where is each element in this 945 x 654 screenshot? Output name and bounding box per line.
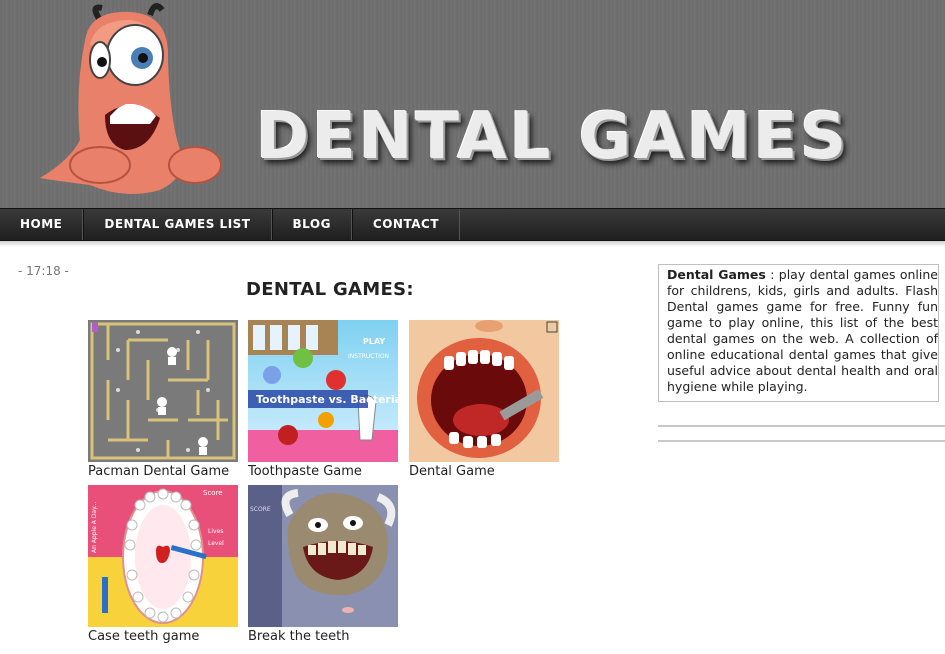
game-break-teeth[interactable]: SCORE Break the teeth	[248, 485, 400, 644]
nav-blog[interactable]: BLOG	[271, 209, 352, 240]
game-label[interactable]: Dental Game	[409, 464, 561, 479]
sidebar-divider	[658, 440, 945, 442]
nav-home[interactable]: HOME	[0, 209, 84, 240]
game-toothpaste[interactable]: Toothpaste vs. Bacteria PLAY INSTRUCTION…	[248, 320, 400, 479]
header-banner: DENTAL GAMES	[0, 0, 945, 208]
case-thumb-score: Score	[203, 489, 223, 497]
game-label[interactable]: Break the teeth	[248, 629, 400, 644]
pacman-dental-thumbnail[interactable]	[88, 320, 238, 462]
main-nav: HOME DENTAL GAMES LIST BLOG CONTACT	[0, 208, 945, 241]
game-label[interactable]: Toothpaste Game	[248, 464, 400, 479]
game-case-teeth[interactable]: Score Lives Level An Apple A Day... Case…	[88, 485, 240, 644]
break-thumb-score: SCORE	[250, 506, 271, 513]
case-thumb-level: Level	[208, 540, 224, 547]
toothpaste-thumb-instruction: INSTRUCTION	[348, 353, 389, 360]
toothpaste-thumb-title: Toothpaste vs. Bacteria	[256, 393, 398, 406]
toothpaste-thumb-play: PLAY	[363, 337, 385, 346]
game-dental[interactable]: Dental Game	[409, 320, 561, 479]
game-pacman-dental[interactable]: Pacman Dental Game	[88, 320, 240, 479]
game-label[interactable]: Pacman Dental Game	[88, 464, 240, 479]
description-bold: Dental Games	[667, 267, 766, 282]
nav-dental-games-list[interactable]: DENTAL GAMES LIST	[83, 209, 272, 240]
description-text: : play dental games online for childrens…	[667, 267, 938, 394]
toothpaste-thumbnail[interactable]: Toothpaste vs. Bacteria PLAY INSTRUCTION	[248, 320, 398, 462]
nav-contact[interactable]: CONTACT	[351, 209, 461, 240]
game-label[interactable]: Case teeth game	[88, 629, 240, 644]
worm-mascot-logo	[40, 3, 222, 194]
dental-game-thumbnail[interactable]	[409, 320, 559, 462]
case-thumb-lives: Lives	[208, 528, 223, 535]
site-title: DENTAL GAMES	[256, 100, 850, 174]
break-teeth-thumbnail[interactable]: SCORE	[248, 485, 398, 627]
case-teeth-thumbnail[interactable]: Score Lives Level An Apple A Day...	[88, 485, 238, 627]
sidebar-divider	[658, 425, 945, 427]
clock-text: - 17:18 -	[18, 264, 69, 278]
nav-shadow	[0, 241, 945, 247]
case-thumb-apple: An Apple A Day...	[91, 501, 98, 553]
section-title: DENTAL GAMES:	[246, 279, 414, 300]
site-description-box: Dental Games : play dental games online …	[658, 264, 939, 402]
